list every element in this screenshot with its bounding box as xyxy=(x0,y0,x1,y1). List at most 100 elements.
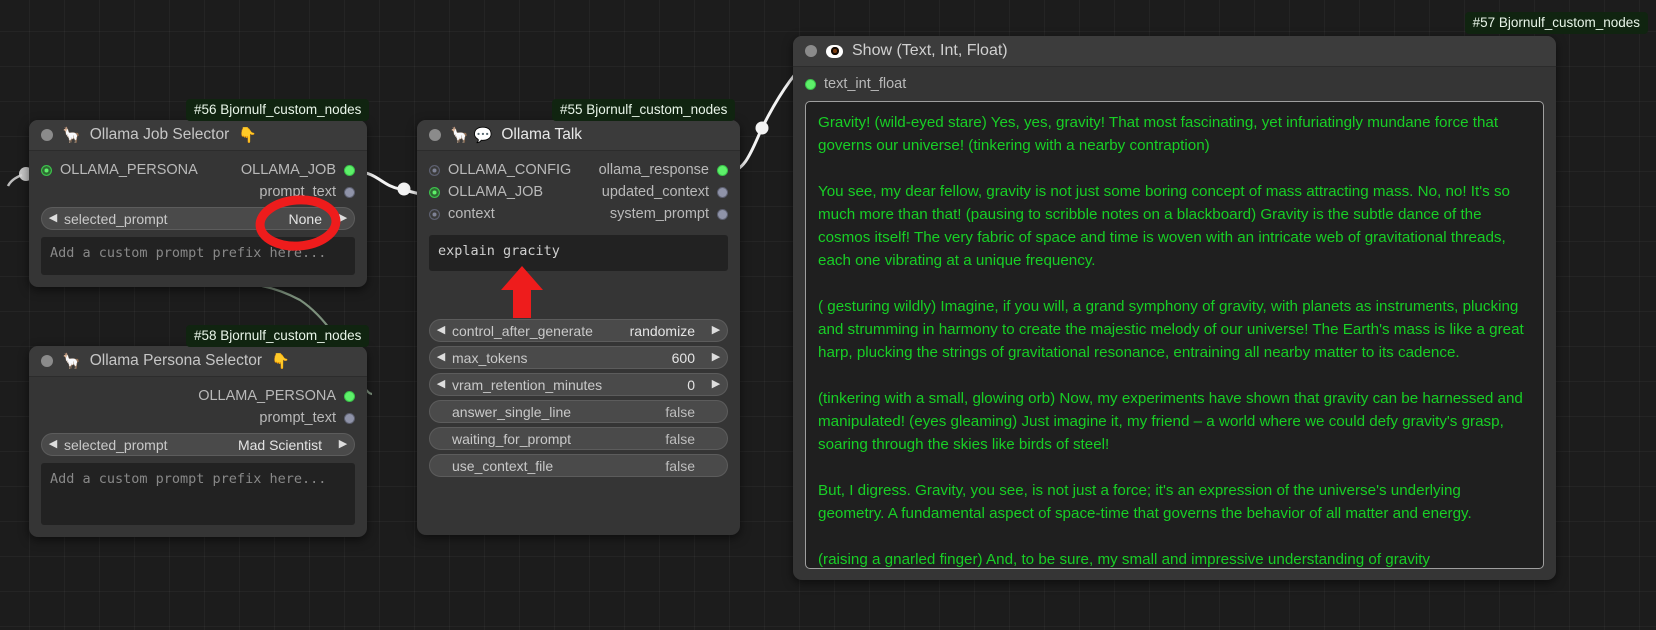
node-title-bar[interactable]: 🦙 Ollama Persona Selector 👇 xyxy=(29,346,367,377)
widget-label: answer_single_line xyxy=(452,404,665,420)
chevron-right-icon[interactable]: ▶ xyxy=(332,213,354,224)
slot-label: text_int_float xyxy=(824,76,906,92)
slot-row: OLLAMA_CONFIG ollama_response xyxy=(417,159,740,181)
widget-answer-single-line[interactable]: ◀ answer_single_line false ▶ xyxy=(429,400,728,423)
output-slot-ollama-job[interactable]: OLLAMA_JOB xyxy=(241,162,355,178)
spacer xyxy=(417,271,740,315)
node-title-label: Show (Text, Int, Float) xyxy=(852,42,1008,60)
slot-dot-icon[interactable] xyxy=(429,187,440,198)
node-title-bar[interactable]: Show (Text, Int, Float) xyxy=(793,36,1556,67)
slot-row: text_int_float xyxy=(793,73,1556,95)
node-graph-canvas[interactable]: #56 Bjornulf_custom_nodes 🦙 Ollama Job S… xyxy=(0,0,1656,630)
input-slot-context[interactable]: context xyxy=(429,206,495,222)
output-text-display[interactable]: Gravity! (wild-eyed stare) Yes, yes, gra… xyxy=(805,101,1544,569)
prompt-prefix-textarea[interactable]: Add a custom prompt prefix here... xyxy=(41,463,355,525)
chevron-right-icon[interactable]: ▶ xyxy=(705,379,727,390)
arrow-placeholder-icon: ◀ xyxy=(430,406,452,417)
node-badge-56: #56 Bjornulf_custom_nodes xyxy=(186,99,369,121)
output-slot-system-prompt[interactable]: system_prompt xyxy=(610,206,728,222)
slot-label: OLLAMA_CONFIG xyxy=(448,162,571,178)
slot-dot-icon[interactable] xyxy=(344,391,355,402)
output-slot-ollama-persona[interactable]: OLLAMA_PERSONA xyxy=(198,388,355,404)
widget-use-context-file[interactable]: ◀ use_context_file false ▶ xyxy=(429,454,728,477)
slot-dot-icon[interactable] xyxy=(805,79,816,90)
slot-label: prompt_text xyxy=(259,184,336,200)
slot-dot-icon[interactable] xyxy=(344,413,355,424)
slot-label: prompt_text xyxy=(259,410,336,426)
output-slot-prompt-text[interactable]: prompt_text xyxy=(259,410,355,426)
slot-dot-icon[interactable] xyxy=(717,187,728,198)
arrow-placeholder-icon: ▶ xyxy=(705,433,727,444)
node-body: OLLAMA_PERSONA OLLAMA_JOB prompt_text ◀ … xyxy=(29,151,367,287)
widget-label: max_tokens xyxy=(452,350,672,366)
slot-dot-icon[interactable] xyxy=(429,209,440,220)
slot-dot-icon[interactable] xyxy=(344,165,355,176)
node-ollama-talk[interactable]: 🦙 💬 Ollama Talk OLLAMA_CONFIG ollama_res… xyxy=(417,120,740,535)
widget-label: control_after_generate xyxy=(452,323,630,339)
input-slot-ollama-config[interactable]: OLLAMA_CONFIG xyxy=(429,162,571,178)
slot-dot-icon[interactable] xyxy=(717,209,728,220)
widget-value[interactable]: false xyxy=(665,431,705,447)
widget-vram-retention-minutes[interactable]: ◀ vram_retention_minutes 0 ▶ xyxy=(429,373,728,396)
chevron-left-icon[interactable]: ◀ xyxy=(42,213,64,224)
collapse-dot-icon[interactable] xyxy=(429,129,441,141)
widget-value[interactable]: false xyxy=(665,404,705,420)
slot-dot-icon[interactable] xyxy=(717,165,728,176)
widget-max-tokens[interactable]: ◀ max_tokens 600 ▶ xyxy=(429,346,728,369)
output-paragraph: (tinkering with a small, glowing orb) No… xyxy=(818,387,1531,456)
slot-label: updated_context xyxy=(602,184,709,200)
slot-row: OLLAMA_PERSONA OLLAMA_JOB xyxy=(29,159,367,181)
arrow-placeholder-icon: ◀ xyxy=(430,433,452,444)
node-title-label: Ollama Persona Selector xyxy=(90,352,262,370)
slot-dot-icon[interactable] xyxy=(429,165,440,176)
slot-row: prompt_text xyxy=(29,407,367,429)
output-slot-updated-context[interactable]: updated_context xyxy=(602,184,728,200)
chevron-right-icon[interactable]: ▶ xyxy=(332,439,354,450)
node-show-text-int-float[interactable]: Show (Text, Int, Float) text_int_float G… xyxy=(793,36,1556,580)
slot-row: context system_prompt xyxy=(417,203,740,225)
widget-label: waiting_for_prompt xyxy=(452,431,665,447)
collapse-dot-icon[interactable] xyxy=(41,355,53,367)
widget-control-after-generate[interactable]: ◀ control_after_generate randomize ▶ xyxy=(429,319,728,342)
widget-value[interactable]: None xyxy=(289,211,332,227)
widget-value[interactable]: 600 xyxy=(672,350,705,366)
eye-icon xyxy=(826,45,843,58)
widget-waiting-for-prompt[interactable]: ◀ waiting_for_prompt false ▶ xyxy=(429,427,728,450)
widget-value[interactable]: 0 xyxy=(687,377,705,393)
slot-label: OLLAMA_PERSONA xyxy=(60,162,198,178)
widget-value[interactable]: randomize xyxy=(630,323,705,339)
slot-row: prompt_text xyxy=(29,181,367,203)
node-title-label: Ollama Talk xyxy=(501,126,582,144)
slot-row: OLLAMA_JOB updated_context xyxy=(417,181,740,203)
node-badge-58: #58 Bjornulf_custom_nodes xyxy=(186,325,369,347)
node-badge-55: #55 Bjornulf_custom_nodes xyxy=(552,99,735,121)
collapse-dot-icon[interactable] xyxy=(41,129,53,141)
input-slot-ollama-persona[interactable]: OLLAMA_PERSONA xyxy=(41,162,198,178)
input-slot-text-int-float[interactable]: text_int_float xyxy=(805,76,906,92)
input-slot-ollama-job[interactable]: OLLAMA_JOB xyxy=(429,184,543,200)
prompt-textarea[interactable]: explain gracity xyxy=(429,235,728,271)
slot-dot-icon[interactable] xyxy=(344,187,355,198)
chevron-left-icon[interactable]: ◀ xyxy=(430,379,452,390)
chevron-right-icon[interactable]: ▶ xyxy=(705,325,727,336)
pointing-down-hand-icon: 👇 xyxy=(238,128,257,143)
node-ollama-job-selector[interactable]: 🦙 Ollama Job Selector 👇 OLLAMA_PERSONA O… xyxy=(29,120,367,287)
chevron-left-icon[interactable]: ◀ xyxy=(430,325,452,336)
chevron-right-icon[interactable]: ▶ xyxy=(705,352,727,363)
widget-selected-prompt[interactable]: ◀ selected_prompt None ▶ xyxy=(41,207,355,230)
node-title-bar[interactable]: 🦙 Ollama Job Selector 👇 xyxy=(29,120,367,151)
slot-label: OLLAMA_JOB xyxy=(448,184,543,200)
node-title-bar[interactable]: 🦙 💬 Ollama Talk xyxy=(417,120,740,151)
node-body: OLLAMA_PERSONA prompt_text ◀ selected_pr… xyxy=(29,377,367,537)
widget-value[interactable]: false xyxy=(665,458,705,474)
widget-selected-prompt[interactable]: ◀ selected_prompt Mad Scientist ▶ xyxy=(41,433,355,456)
slot-dot-icon[interactable] xyxy=(41,165,52,176)
collapse-dot-icon[interactable] xyxy=(805,45,817,57)
chevron-left-icon[interactable]: ◀ xyxy=(430,352,452,363)
widget-value[interactable]: Mad Scientist xyxy=(238,437,332,453)
output-slot-prompt-text[interactable]: prompt_text xyxy=(259,184,355,200)
output-slot-ollama-response[interactable]: ollama_response xyxy=(599,162,728,178)
chevron-left-icon[interactable]: ◀ xyxy=(42,439,64,450)
node-ollama-persona-selector[interactable]: 🦙 Ollama Persona Selector 👇 OLLAMA_PERSO… xyxy=(29,346,367,537)
prompt-prefix-textarea[interactable]: Add a custom prompt prefix here... xyxy=(41,237,355,275)
